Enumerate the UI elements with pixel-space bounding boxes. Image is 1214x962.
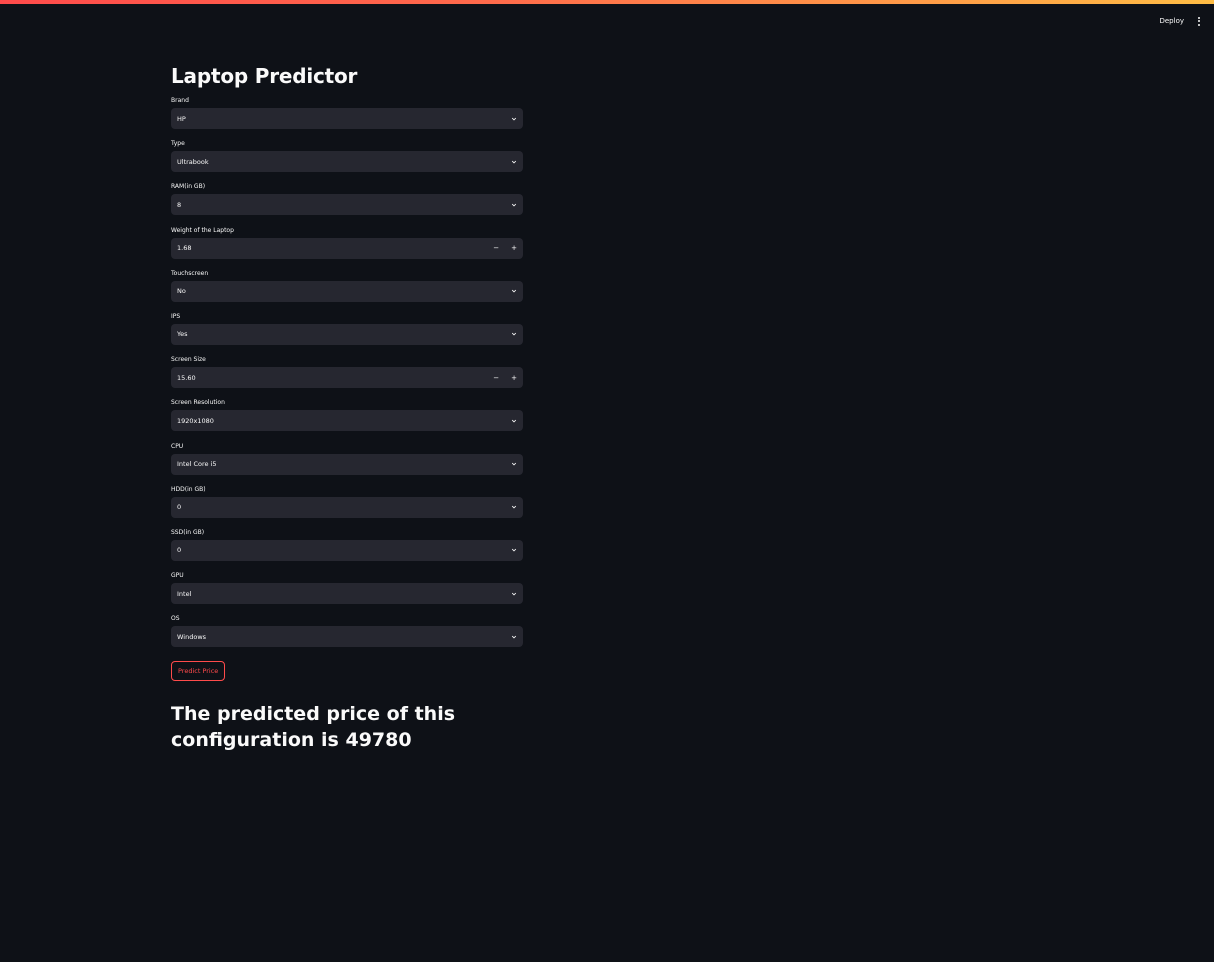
field-label: CPU: [171, 442, 184, 450]
field-screen-size: Screen Size 15.60− +: [171, 355, 523, 398]
main-content: Laptop Predictor Brand HP Type Ultrabook RAM…: [171, 62, 523, 753]
field-hdd-in-gb: HDD(in GB) 0: [171, 485, 523, 528]
field-value: 1.68: [177, 244, 192, 253]
decrement-button[interactable]: −: [493, 244, 499, 252]
top-decoration-bar: [0, 0, 1214, 4]
field-touchscreen: Touchscreen No: [171, 269, 523, 312]
field-label: Touchscreen: [171, 269, 209, 277]
field-label: Type: [171, 140, 185, 148]
field-label: Weight of the Laptop: [171, 226, 234, 234]
chevron-down-icon: [511, 117, 517, 121]
field-label: OS: [171, 615, 180, 623]
field-value: Ultrabook: [177, 157, 209, 166]
page-title: Laptop Predictor: [171, 64, 358, 88]
select-dropdown[interactable]: Yes: [171, 323, 523, 345]
chevron-down-icon: [511, 333, 517, 336]
decrement-button[interactable]: −: [493, 374, 499, 382]
field-value: 1920x1080: [177, 416, 214, 425]
prediction-result: The predicted price of this configuratio…: [171, 703, 456, 752]
chevron-down-icon: [511, 505, 517, 509]
app-header: Deploy: [1159, 14, 1204, 28]
chevron-down-icon: [511, 290, 517, 293]
increment-button[interactable]: +: [511, 374, 517, 382]
form-fields: Brand HP Type Ultrabook RAM(in GB) 8 Weight of…: [171, 96, 523, 657]
select-dropdown[interactable]: Ultrabook: [171, 151, 523, 173]
chevron-down-icon: [511, 160, 517, 164]
field-value: Intel Core i5: [177, 460, 217, 468]
chevron-down-icon: [511, 462, 517, 466]
field-label: Brand: [171, 97, 189, 104]
field-ssd-in-gb: SSD(in GB) 0: [171, 528, 523, 571]
predict-price-button[interactable]: Predict Price: [171, 661, 226, 682]
field-ram-in-gb: RAM(in GB) 8: [171, 182, 523, 225]
deploy-button[interactable]: Deploy: [1159, 17, 1184, 25]
field-label: SSD(in GB): [171, 528, 205, 536]
chevron-down-icon: [511, 549, 517, 552]
field-value: 0: [177, 503, 182, 512]
stepper-buttons: − +: [493, 244, 517, 252]
field-label: RAM(in GB): [171, 183, 206, 191]
select-dropdown[interactable]: Windows: [171, 626, 523, 648]
field-weight-of-the-laptop: Weight of the Laptop 1.68− +: [171, 226, 523, 269]
stepper-buttons: − +: [493, 374, 517, 382]
field-label: GPU: [171, 572, 184, 580]
field-value: No: [177, 287, 186, 296]
field-os: OS Windows: [171, 614, 523, 657]
field-label: IPS: [171, 312, 181, 320]
field-value: 15.60: [177, 373, 196, 382]
number-input[interactable]: 1.68− +: [171, 237, 523, 259]
select-dropdown[interactable]: Intel: [171, 583, 523, 605]
more-options-icon[interactable]: [1194, 14, 1204, 28]
select-dropdown[interactable]: HP: [171, 108, 523, 129]
number-input[interactable]: 15.60− +: [171, 367, 523, 389]
field-brand: Brand HP: [171, 96, 523, 139]
select-dropdown[interactable]: 0: [171, 539, 523, 561]
field-value: Intel: [177, 589, 192, 598]
field-label: Screen Size: [171, 356, 206, 364]
field-screen-resolution: Screen Resolution 1920x1080: [171, 398, 523, 441]
select-dropdown[interactable]: 1920x1080: [171, 410, 523, 432]
field-value: HP: [177, 114, 186, 123]
select-dropdown[interactable]: Intel Core i5: [171, 453, 523, 475]
select-dropdown[interactable]: 0: [171, 496, 523, 518]
increment-button[interactable]: +: [511, 244, 517, 252]
field-value: 8: [177, 200, 182, 209]
chevron-down-icon: [511, 419, 517, 423]
chevron-down-icon: [511, 592, 517, 596]
select-dropdown[interactable]: 8: [171, 194, 523, 216]
chevron-down-icon: [511, 635, 517, 639]
field-gpu: GPU Intel: [171, 571, 523, 614]
field-cpu: CPU Intel Core i5: [171, 442, 523, 485]
field-type: Type Ultrabook: [171, 139, 523, 182]
field-ips: IPS Yes: [171, 312, 523, 355]
field-label: Screen Resolution: [171, 399, 225, 407]
field-value: Yes: [177, 330, 188, 339]
field-value: Windows: [177, 632, 207, 641]
chevron-down-icon: [511, 203, 517, 207]
select-dropdown[interactable]: No: [171, 280, 523, 302]
field-value: 0: [177, 546, 182, 555]
field-label: HDD(in GB): [171, 485, 206, 493]
